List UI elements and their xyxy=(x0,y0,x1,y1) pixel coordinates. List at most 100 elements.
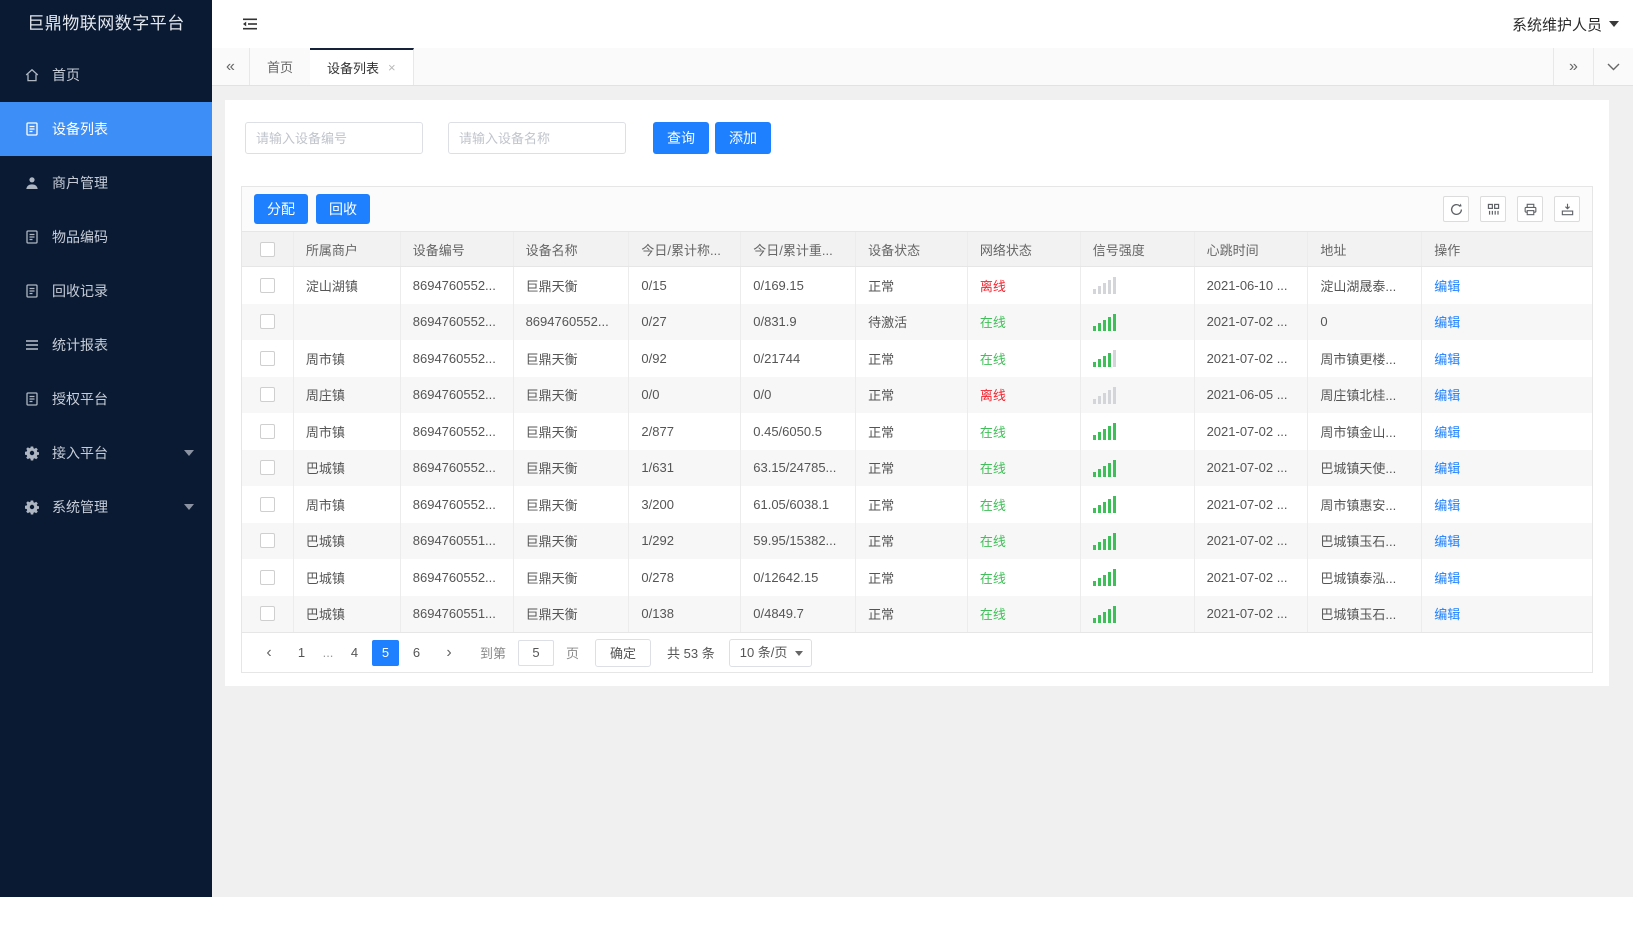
row-checkbox[interactable] xyxy=(259,460,275,476)
tab-device-list[interactable]: 设备列表 × xyxy=(310,48,414,85)
next-page-button[interactable]: › xyxy=(434,644,464,662)
device-number-input[interactable] xyxy=(245,122,423,154)
cell-address: 周庄镇北桂... xyxy=(1308,376,1423,413)
row-checkbox[interactable] xyxy=(259,314,275,330)
cell-action: 编辑 xyxy=(1422,523,1592,560)
cell-network-status: 在线 xyxy=(968,413,1081,450)
cell-network-status: 在线 xyxy=(968,340,1081,377)
page-button-1[interactable]: 1 xyxy=(288,640,315,666)
sidebar-item-access-platform[interactable]: 接入平台 xyxy=(0,426,212,480)
user-menu[interactable]: 系统维护人员 xyxy=(1512,14,1619,35)
recycle-button[interactable]: 回收 xyxy=(316,194,370,224)
cell-signal-strength xyxy=(1081,303,1195,340)
close-icon[interactable]: × xyxy=(388,60,396,75)
refresh-icon[interactable] xyxy=(1443,196,1469,222)
sidebar-item-recycle-records[interactable]: 回收记录 xyxy=(0,264,212,318)
edit-link[interactable]: 编辑 xyxy=(1434,312,1460,331)
row-checkbox[interactable] xyxy=(259,387,275,403)
row-checkbox[interactable] xyxy=(259,423,275,439)
edit-link[interactable]: 编辑 xyxy=(1434,495,1460,514)
sidebar-item-label: 设备列表 xyxy=(52,121,108,137)
sidebar: 巨鼎物联网数字平台 首页 设备列表 商户管理 物品编码 回收记录 统计报表 授权… xyxy=(0,0,212,897)
cell-signal-strength xyxy=(1081,522,1195,559)
network-status-text: 离线 xyxy=(979,388,1006,404)
sidebar-item-label: 首页 xyxy=(52,67,80,83)
page-size-select[interactable]: 10 条/页 xyxy=(728,638,813,667)
edit-link[interactable]: 编辑 xyxy=(1434,422,1460,441)
tabs-menu-button[interactable] xyxy=(1593,48,1633,85)
sidebar-item-label: 回收记录 xyxy=(52,283,108,299)
cell-action: 编辑 xyxy=(1422,413,1592,450)
page-button-4[interactable]: 4 xyxy=(341,640,368,666)
print-icon[interactable] xyxy=(1517,196,1543,222)
edit-link[interactable]: 编辑 xyxy=(1434,568,1460,587)
sidebar-item-merchant-mgmt[interactable]: 商户管理 xyxy=(0,156,212,210)
assign-button[interactable]: 分配 xyxy=(254,194,308,224)
add-button[interactable]: 添加 xyxy=(715,122,771,154)
cell-heartbeat-time: 2021-06-05 ... xyxy=(1195,376,1309,413)
row-checkbox[interactable] xyxy=(259,350,275,366)
query-button[interactable]: 查询 xyxy=(653,122,709,154)
sidebar-item-system-mgmt[interactable]: 系统管理 xyxy=(0,480,212,534)
sidebar-item-home[interactable]: 首页 xyxy=(0,48,212,102)
cell-address: 周市镇金山... xyxy=(1308,413,1423,450)
row-checkbox-cell xyxy=(242,595,294,632)
goto-page-input[interactable] xyxy=(518,639,555,666)
edit-link[interactable]: 编辑 xyxy=(1434,604,1460,623)
confirm-page-button[interactable]: 确定 xyxy=(595,638,652,667)
cell-action: 编辑 xyxy=(1422,340,1592,377)
sidebar-item-item-code[interactable]: 物品编码 xyxy=(0,210,212,264)
cell-heartbeat-time: 2021-07-02 ... xyxy=(1195,522,1309,559)
table-row: 巴城镇 8694760552... 巨鼎天衡 0/278 0/12642.15 正常 在线 2… xyxy=(242,559,1592,596)
edit-link[interactable]: 编辑 xyxy=(1434,349,1460,368)
prev-page-button[interactable]: ‹ xyxy=(254,644,284,662)
cell-signal-strength xyxy=(1081,413,1195,450)
sidebar-item-auth-platform[interactable]: 授权平台 xyxy=(0,372,212,426)
cell-device-status: 正常 xyxy=(856,413,968,450)
cell-device-name: 巨鼎天衡 xyxy=(514,595,630,632)
export-icon[interactable] xyxy=(1554,196,1580,222)
document-icon xyxy=(24,121,40,137)
tabs-scroll-right-button[interactable]: » xyxy=(1553,48,1593,85)
row-checkbox[interactable] xyxy=(259,569,275,585)
cell-signal-strength xyxy=(1081,267,1195,304)
main-content: 查询 添加 分配 回收 xyxy=(212,86,1633,897)
edit-link[interactable]: 编辑 xyxy=(1434,276,1460,295)
page-button-5-active[interactable]: 5 xyxy=(372,639,399,666)
sidebar-item-device-list[interactable]: 设备列表 xyxy=(0,102,212,156)
cell-device-name: 巨鼎天衡 xyxy=(514,413,630,450)
row-checkbox[interactable] xyxy=(259,606,275,622)
edit-link[interactable]: 编辑 xyxy=(1434,385,1460,404)
network-status-text: 在线 xyxy=(979,607,1006,623)
document-icon xyxy=(24,391,40,407)
row-checkbox[interactable] xyxy=(259,496,275,512)
page-button-6[interactable]: 6 xyxy=(403,640,430,666)
cell-today-total-weight: 0/21744 xyxy=(741,340,857,377)
column-header: 设备状态 xyxy=(856,232,968,266)
cell-today-total-count: 0/0 xyxy=(629,376,742,413)
tab-home[interactable]: 首页 xyxy=(250,48,310,85)
select-all-checkbox[interactable] xyxy=(259,241,275,257)
collapse-menu-icon[interactable] xyxy=(240,15,260,33)
edit-link[interactable]: 编辑 xyxy=(1434,458,1460,477)
tabs-scroll-left-button[interactable]: « xyxy=(212,48,250,85)
cell-signal-strength xyxy=(1081,340,1195,377)
row-checkbox[interactable] xyxy=(259,277,275,293)
column-header: 所属商户 xyxy=(294,232,401,266)
cell-action: 编辑 xyxy=(1422,377,1592,414)
cell-device-number: 8694760552... xyxy=(401,340,514,377)
columns-icon[interactable] xyxy=(1480,196,1506,222)
sidebar-item-statistics[interactable]: 统计报表 xyxy=(0,318,212,372)
edit-link[interactable]: 编辑 xyxy=(1434,531,1460,550)
signal-bars-icon xyxy=(1092,532,1116,550)
cell-today-total-count: 1/292 xyxy=(629,522,742,559)
cell-device-status: 正常 xyxy=(856,559,968,596)
device-name-input[interactable] xyxy=(448,122,626,154)
cell-device-number: 8694760552... xyxy=(401,376,514,413)
cell-address: 淀山湖晟泰... xyxy=(1308,267,1423,304)
chevron-down-icon xyxy=(184,450,194,456)
cell-signal-strength xyxy=(1081,376,1195,413)
signal-bars-icon xyxy=(1092,313,1116,331)
row-checkbox[interactable] xyxy=(259,533,275,549)
cell-today-total-count: 0/138 xyxy=(629,595,742,632)
